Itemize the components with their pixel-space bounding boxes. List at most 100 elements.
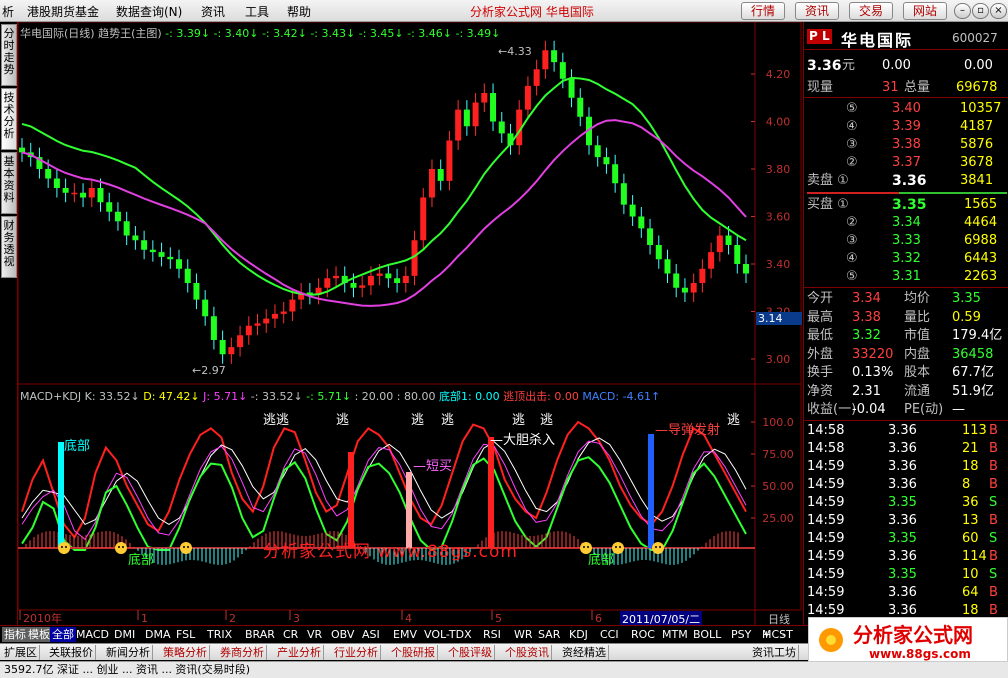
total-vol-label: 总量 — [904, 80, 931, 95]
watermark: 分析家公式网 www.88gs.com — [263, 542, 518, 562]
ask-row: ⑤ — [846, 101, 858, 116]
candle-body — [708, 252, 715, 269]
signal-label: 底部 — [588, 552, 614, 568]
indicator-header-value: MACD+KDJ K: 33.52↓ — [20, 390, 140, 403]
tick-row: 8 — [962, 477, 971, 492]
bid-row: ② — [846, 215, 858, 230]
menu-item-news[interactable]: 资讯 — [201, 3, 225, 20]
tick-row: 3.35 — [888, 567, 917, 582]
chart-canvas[interactable]: 4.204.003.803.603.403.203.00100.075.0050… — [18, 22, 802, 625]
stat-row: 179.4亿 — [952, 328, 1003, 343]
indicator-tab[interactable]: PSY — [729, 627, 753, 642]
menu-item-data-query[interactable]: 数据查询(N) — [116, 3, 182, 20]
menu-item-analysis[interactable]: 析 — [2, 3, 14, 20]
indicator-tab[interactable]: ASI — [360, 627, 382, 642]
candle-body — [114, 211, 121, 222]
candle-body — [141, 240, 148, 250]
tick-row: 114 — [962, 549, 987, 564]
indicator-tab[interactable]: MACD — [74, 627, 111, 642]
stat-row: 最高 — [807, 309, 834, 325]
candle-body — [202, 299, 209, 317]
indicator-tab[interactable]: DMA — [143, 627, 173, 642]
signal-bar — [58, 442, 64, 548]
tick-row: 14:58 — [807, 441, 845, 456]
tab-fundamental[interactable]: 基本资料 — [1, 152, 17, 214]
bottom-tab[interactable]: 行业分析 — [332, 645, 381, 660]
indicator-tab[interactable]: 模板 — [26, 627, 52, 642]
quote-button[interactable]: 行情 — [741, 2, 785, 20]
candle-body — [333, 275, 340, 279]
stat-row: 最低 — [807, 328, 834, 343]
indicator-header-value: D: 47.42↓ — [139, 390, 200, 403]
indicator-tab[interactable]: BOLL — [691, 627, 723, 642]
tick-row: B — [989, 441, 998, 456]
candle-body — [690, 283, 697, 293]
bottom-tab[interactable]: 策略分析 — [161, 645, 210, 660]
bottom-tab[interactable]: 产业分析 — [275, 645, 324, 660]
bottom-tab-info-workshop[interactable]: 资讯工坊 — [750, 645, 799, 660]
indicator-tab[interactable]: WR — [512, 627, 535, 642]
close-icon[interactable]: × — [990, 3, 1007, 19]
minimize-icon[interactable]: – — [954, 3, 971, 19]
candle-body — [437, 169, 444, 181]
bottom-tab[interactable]: 扩展区 — [2, 645, 40, 660]
change-pct: 0.00 — [964, 58, 993, 73]
bottom-tab[interactable]: 个股评级 — [446, 645, 495, 660]
restore-icon[interactable]: ▫ — [972, 3, 989, 19]
indicator-tab[interactable]: ROC — [629, 627, 657, 642]
menu-item-tools[interactable]: 工具 — [245, 3, 269, 20]
indicator-y-tick-label: 25.00 — [762, 512, 794, 525]
bottom-tab[interactable]: 新闻分析 — [104, 645, 153, 660]
indicator-header-value: : 80.00 — [393, 390, 436, 403]
indicator-tab[interactable]: 全部 — [50, 627, 76, 642]
bottom-tab[interactable]: 资经精选 — [560, 645, 609, 660]
signal-bar — [648, 434, 654, 548]
tab-financial[interactable]: 财务透视 — [1, 216, 17, 278]
tab-technical[interactable]: 技术分析 — [1, 88, 17, 150]
candle-body — [446, 140, 453, 181]
y-tick-label: 3.60 — [766, 211, 791, 224]
candle-body — [463, 109, 470, 127]
chart-area[interactable]: 4.204.003.803.603.403.203.00100.075.0050… — [18, 22, 802, 627]
candle-body — [176, 259, 183, 269]
candle-body — [367, 275, 374, 286]
indicator-tab[interactable]: TRIX — [205, 627, 234, 642]
indicator-header-value: -: 5.71↓ — [302, 390, 352, 403]
smiley-icon — [652, 542, 664, 554]
stat-row: 均价 — [904, 291, 931, 306]
indicator-tab[interactable]: OBV — [329, 627, 356, 642]
candle-body — [106, 202, 113, 212]
menu-item-hk-futures[interactable]: 港股期货基金 — [27, 3, 99, 20]
trade-button[interactable]: 交易 — [849, 2, 893, 20]
indicator-tab[interactable]: KDJ — [567, 627, 590, 642]
candle-body — [350, 283, 357, 288]
indicator-tab[interactable]: CCI — [598, 627, 621, 642]
indicator-tab[interactable]: MTM — [660, 627, 690, 642]
bottom-tab[interactable]: 券商分析 — [218, 645, 267, 660]
tab-intraday[interactable]: 分时走势 — [1, 24, 17, 86]
indicator-tab[interactable]: VOL-TDX — [422, 627, 474, 642]
indicator-tab[interactable]: CR — [281, 627, 300, 642]
indicator-tab[interactable]: BRAR — [243, 627, 277, 642]
candle-body — [167, 256, 174, 260]
menu-item-help[interactable]: 帮助 — [287, 3, 311, 20]
indicator-tab[interactable]: FSL — [174, 627, 197, 642]
indicator-tab[interactable]: 指标 — [2, 627, 28, 642]
indicator-tab[interactable]: DMI — [112, 627, 137, 642]
bottom-tab[interactable]: 个股资讯 — [503, 645, 552, 660]
stat-row: 2.31 — [852, 383, 881, 399]
info-button[interactable]: 资讯 — [795, 2, 839, 20]
app-window: 析 港股期货基金 数据查询(N) 资讯 工具 帮助 分析家公式网 华电国际 行情… — [0, 0, 1008, 678]
bottom-tab[interactable]: 个股研报 — [389, 645, 438, 660]
indicator-tab[interactable]: SAR — [536, 627, 562, 642]
candle-body — [289, 299, 296, 312]
indicator-nav-plus[interactable]: + — [760, 627, 773, 642]
indicator-nav-minus[interactable]: - — [780, 627, 788, 642]
indicator-tab[interactable]: EMV — [391, 627, 419, 642]
indicator-tab[interactable]: RSI — [481, 627, 503, 642]
signal-label: 逃 — [540, 413, 553, 428]
bottom-tab[interactable]: 关联报价 — [47, 645, 96, 660]
website-button[interactable]: 网站 — [903, 2, 947, 20]
candle-body — [254, 323, 261, 326]
indicator-tab[interactable]: VR — [305, 627, 324, 642]
